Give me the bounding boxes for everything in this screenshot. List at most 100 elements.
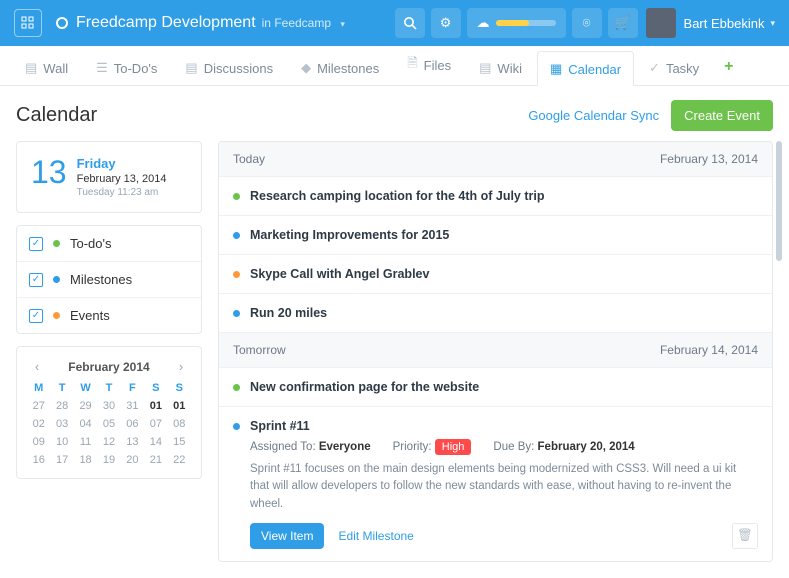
filter-label: Milestones — [70, 272, 132, 287]
settings-button[interactable]: ⚙ — [431, 8, 461, 38]
assigned-to: Assigned To: Everyone — [250, 441, 371, 453]
mini-calendar-day[interactable]: 16 — [27, 454, 50, 466]
event-row[interactable]: Research camping location for the 4th of… — [219, 176, 772, 215]
add-module-button[interactable]: + — [714, 49, 743, 85]
cart-button[interactable]: 🛒 — [608, 8, 638, 38]
mini-calendar-day[interactable]: 30 — [97, 400, 120, 412]
mini-calendar: ‹ February 2014 › MTWTFSS272829303101010… — [16, 346, 202, 479]
tab-wiki[interactable]: ▤Wiki — [466, 50, 535, 85]
list-icon: ☰ — [96, 60, 108, 76]
prev-month-button[interactable]: ‹ — [29, 359, 45, 374]
agenda-list: Today February 13, 2014 Research camping l… — [218, 141, 773, 562]
user-name[interactable]: Bart Ebbekink — [684, 16, 765, 31]
filter-todos[interactable]: ✓ To-do's — [17, 226, 201, 261]
event-title: Skype Call with Angel Grablev — [250, 267, 758, 281]
event-row[interactable]: Sprint #11Assigned To: EveryonePriority:… — [219, 406, 772, 561]
checkbox[interactable]: ✓ — [29, 273, 43, 287]
mini-calendar-day[interactable]: 18 — [74, 454, 97, 466]
support-button[interactable]: ⌾ — [572, 8, 602, 38]
event-row[interactable]: Run 20 miles — [219, 293, 772, 332]
view-item-button[interactable]: View Item — [250, 523, 324, 549]
gear-icon: ⚙ — [440, 15, 452, 31]
tab-files[interactable]: 🗎Files — [394, 44, 464, 85]
mini-calendar-day[interactable]: 21 — [144, 454, 167, 466]
chevron-down-icon: ▾ — [340, 19, 345, 29]
page-title: Calendar — [16, 104, 516, 127]
mini-calendar-day[interactable]: 14 — [144, 436, 167, 448]
event-row[interactable]: Marketing Improvements for 2015 — [219, 215, 772, 254]
mini-calendar-day[interactable]: 09 — [27, 436, 50, 448]
mini-calendar-day[interactable]: 11 — [74, 436, 97, 448]
cloud-icon: ☁ — [477, 15, 490, 31]
project-context[interactable]: in Feedcamp ▾ — [262, 16, 345, 30]
project-title[interactable]: Freedcamp Development — [76, 14, 256, 32]
event-title: New confirmation page for the website — [250, 380, 758, 394]
section-label: Today — [233, 152, 265, 166]
mini-calendar-day[interactable]: 03 — [50, 418, 73, 430]
mini-calendar-day[interactable]: 27 — [27, 400, 50, 412]
color-dot — [233, 310, 240, 317]
event-row[interactable]: New confirmation page for the website — [219, 367, 772, 406]
mini-calendar-day[interactable]: 10 — [50, 436, 73, 448]
checkbox[interactable]: ✓ — [29, 237, 43, 251]
avatar[interactable] — [646, 8, 676, 38]
page-header: Calendar Google Calendar Sync Create Eve… — [0, 86, 789, 141]
mini-calendar-day[interactable]: 05 — [97, 418, 120, 430]
event-row[interactable]: Skype Call with Angel Grablev — [219, 254, 772, 293]
grid-icon — [21, 16, 35, 30]
event-description: Sprint #11 focuses on the main design el… — [250, 461, 758, 513]
checkbox[interactable]: ✓ — [29, 309, 43, 323]
mini-calendar-day[interactable]: 22 — [168, 454, 191, 466]
google-sync-link[interactable]: Google Calendar Sync — [528, 108, 659, 123]
mini-calendar-day[interactable]: 19 — [97, 454, 120, 466]
edit-milestone-link[interactable]: Edit Milestone — [338, 529, 413, 543]
today-day-number: 13 — [31, 156, 67, 198]
section-label: Tomorrow — [233, 343, 286, 357]
mini-calendar-day[interactable]: 12 — [97, 436, 120, 448]
color-dot — [233, 232, 240, 239]
create-event-button[interactable]: Create Event — [671, 100, 773, 131]
mini-calendar-day[interactable]: 08 — [168, 418, 191, 430]
tab-todos[interactable]: ☰To-Do's — [83, 50, 170, 85]
plus-icon: + — [724, 58, 733, 75]
mini-calendar-day[interactable]: 07 — [144, 418, 167, 430]
delete-button[interactable]: 🗑 — [732, 523, 758, 549]
filter-label: Events — [70, 308, 110, 323]
tab-tasky[interactable]: ✓Tasky — [636, 50, 712, 85]
mini-calendar-dow: M — [27, 382, 50, 394]
tab-milestones[interactable]: ◆Milestones — [288, 50, 392, 85]
color-dot — [53, 312, 60, 319]
search-button[interactable] — [395, 8, 425, 38]
section-date: February 13, 2014 — [660, 152, 758, 166]
mini-calendar-day[interactable]: 20 — [121, 454, 144, 466]
mini-calendar-day[interactable]: 02 — [27, 418, 50, 430]
filter-milestones[interactable]: ✓ Milestones — [17, 261, 201, 297]
color-dot — [233, 384, 240, 391]
tab-wall[interactable]: ▤Wall — [12, 50, 81, 85]
tab-calendar[interactable]: ▦Calendar — [537, 51, 634, 86]
mini-calendar-day[interactable]: 13 — [121, 436, 144, 448]
mini-calendar-day[interactable]: 01 — [144, 400, 167, 412]
today-day-name: Friday — [77, 156, 167, 171]
color-dot — [53, 240, 60, 247]
next-month-button[interactable]: › — [173, 359, 189, 374]
app-menu-button[interactable] — [14, 9, 42, 37]
scrollbar-thumb[interactable] — [776, 141, 782, 261]
mini-calendar-day[interactable]: 04 — [74, 418, 97, 430]
mini-calendar-day[interactable]: 06 — [121, 418, 144, 430]
mini-calendar-day[interactable]: 28 — [50, 400, 73, 412]
mini-calendar-day[interactable]: 29 — [74, 400, 97, 412]
mini-calendar-dow: S — [144, 382, 167, 394]
mini-calendar-day[interactable]: 31 — [121, 400, 144, 412]
check-icon: ✓ — [649, 60, 660, 76]
filter-events[interactable]: ✓ Events — [17, 297, 201, 333]
mini-calendar-day[interactable]: 15 — [168, 436, 191, 448]
mini-calendar-day[interactable]: 17 — [50, 454, 73, 466]
storage-indicator[interactable]: ☁ — [467, 8, 566, 38]
event-title: Run 20 miles — [250, 306, 758, 320]
tab-discussions[interactable]: ▤Discussions — [172, 50, 286, 85]
mini-calendar-dow: T — [50, 382, 73, 394]
mini-calendar-month: February 2014 — [68, 360, 149, 374]
storage-progress — [496, 20, 556, 26]
mini-calendar-day[interactable]: 01 — [168, 400, 191, 412]
